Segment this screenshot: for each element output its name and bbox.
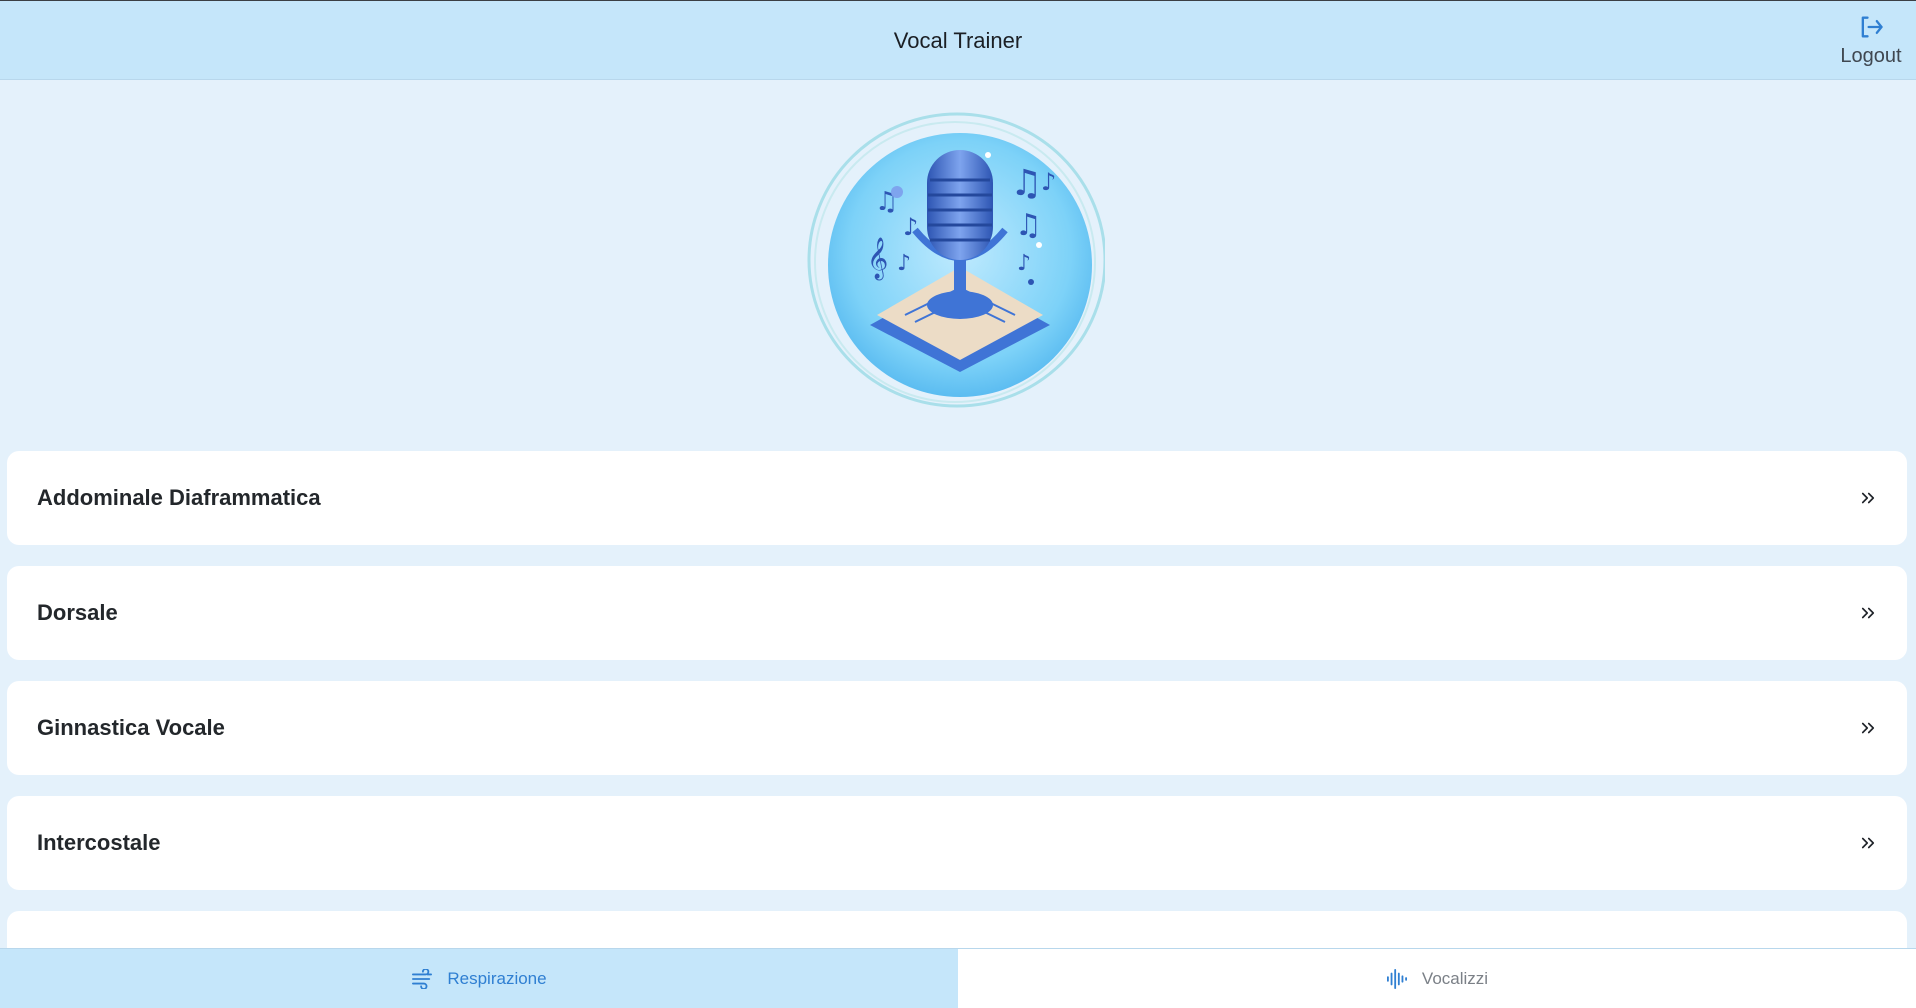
tab-respirazione[interactable]: Respirazione bbox=[0, 949, 958, 1008]
breath-wind-icon bbox=[412, 968, 433, 989]
svg-text:𝄞: 𝄞 bbox=[867, 237, 888, 280]
exercise-list: Addominale Diaframmatica Dorsale Ginnast… bbox=[7, 451, 1907, 949]
app-header: Vocal Trainer Logout bbox=[0, 0, 1916, 80]
list-item-label: Dorsale bbox=[37, 600, 118, 625]
tab-vocalizzi[interactable]: Vocalizzi bbox=[958, 949, 1916, 1008]
list-item-label: Ginnastica Vocale bbox=[37, 715, 225, 740]
list-item[interactable]: Ginnastica Vocale bbox=[7, 681, 1907, 775]
chevron-double-right-icon bbox=[1861, 837, 1875, 849]
list-item-label: Intercostale bbox=[37, 830, 161, 855]
list-item-label: Addominale Diaframmatica bbox=[37, 485, 321, 510]
chevron-double-right-icon bbox=[1861, 492, 1875, 504]
app-logo: ♫ ♪ ♫ ♫ ♪ 𝄞 ♪ ♪ bbox=[805, 110, 1107, 410]
page-title: Vocal Trainer bbox=[893, 28, 1023, 53]
list-item[interactable]: Addominale Diaframmatica bbox=[7, 451, 1907, 545]
logout-icon bbox=[1861, 16, 1883, 38]
logout-label: Logout bbox=[1840, 45, 1902, 67]
chevron-double-right-icon bbox=[1861, 607, 1875, 619]
microphone-music-logo: ♫ ♪ ♫ ♫ ♪ 𝄞 ♪ ♪ bbox=[807, 112, 1107, 408]
svg-text:♫: ♫ bbox=[1010, 163, 1042, 204]
tab-label: Vocalizzi bbox=[1421, 968, 1489, 988]
audio-wave-icon bbox=[1386, 968, 1407, 989]
svg-text:♪: ♪ bbox=[1041, 168, 1056, 196]
bottom-tab-bar: Respirazione Vocalizzi bbox=[0, 948, 1916, 1008]
svg-text:♪: ♪ bbox=[903, 213, 918, 241]
svg-text:♪: ♪ bbox=[897, 251, 911, 276]
logout-button[interactable]: Logout bbox=[1836, 11, 1906, 68]
list-item[interactable]: Dorsale bbox=[7, 566, 1907, 660]
svg-text:♪: ♪ bbox=[1017, 251, 1031, 276]
tab-label: Respirazione bbox=[447, 968, 547, 988]
svg-text:♫: ♫ bbox=[1015, 208, 1042, 243]
chevron-double-right-icon bbox=[1861, 722, 1875, 734]
list-item[interactable] bbox=[7, 911, 1907, 949]
list-item[interactable]: Intercostale bbox=[7, 796, 1907, 890]
